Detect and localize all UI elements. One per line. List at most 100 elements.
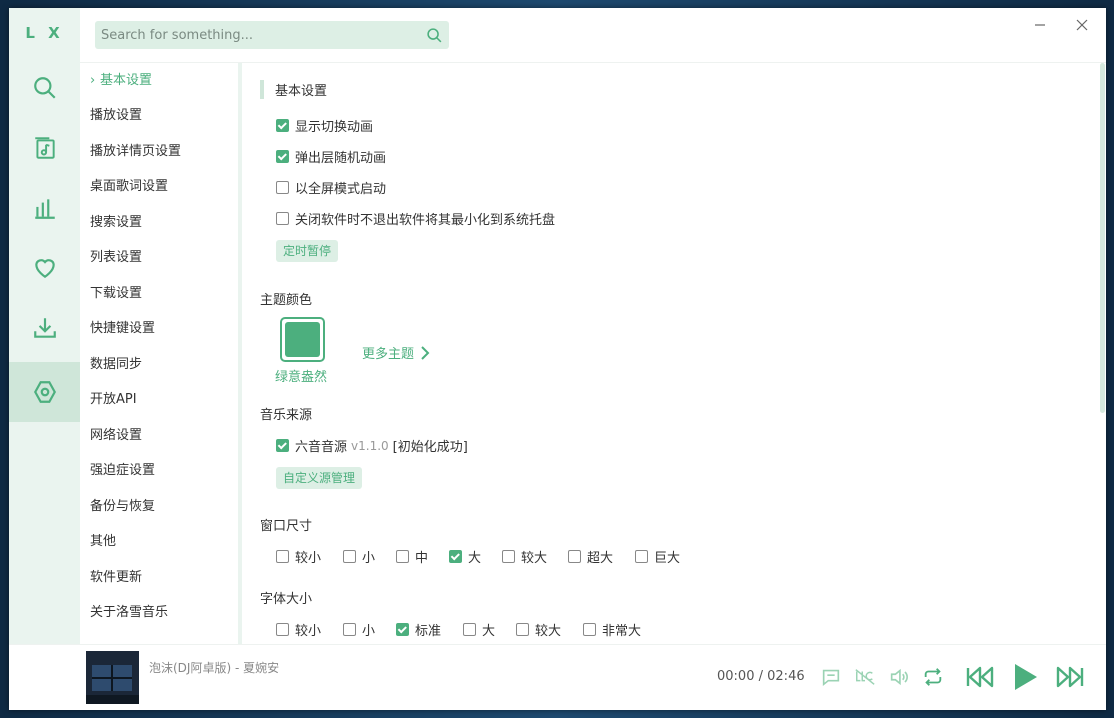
nav-item-desktop-lyric[interactable]: 桌面歌词设置 <box>80 172 238 202</box>
more-themes-link[interactable]: 更多主题 <box>362 343 430 362</box>
checkbox-box <box>276 212 289 225</box>
content-scrollbar[interactable] <box>1100 63 1105 413</box>
font-size-option[interactable]: 非常大 <box>583 620 641 639</box>
app-logo: L X <box>25 24 64 42</box>
theme-name: 绿意盎然 <box>275 370 328 385</box>
close-icon <box>1076 19 1088 31</box>
album-art-image <box>86 651 139 704</box>
previous-button[interactable] <box>965 662 995 692</box>
song-title[interactable]: 泡沫(DJ阿卓版) - 夏婉安 <box>149 659 279 676</box>
search-input[interactable] <box>95 27 419 43</box>
section-title-source: 音乐来源 <box>260 408 313 423</box>
checkbox-box <box>276 550 289 563</box>
icon-rail: L X <box>9 8 80 644</box>
play-icon <box>1015 664 1037 690</box>
nav-item-play-detail[interactable]: 播放详情页设置 <box>80 137 238 167</box>
settings-nav: › 基本设置 播放设置 播放详情页设置 桌面歌词设置 搜索设置 列表设置 下载设置… <box>80 63 238 644</box>
font-size-option[interactable]: 小 <box>343 620 375 639</box>
checkbox-show-animation[interactable]: 显示切换动画 <box>276 116 373 135</box>
checkbox-minimize-to-tray[interactable]: 关闭软件时不退出软件将其最小化到系统托盘 <box>276 209 555 228</box>
search-submit-button[interactable] <box>419 21 449 49</box>
chevron-right-icon <box>421 345 430 360</box>
checkbox-box <box>463 623 476 636</box>
comment-button[interactable] <box>819 665 843 689</box>
nav-item-other[interactable]: 其他 <box>80 527 238 557</box>
checkbox-random-popup-animation[interactable]: 弹出层随机动画 <box>276 147 386 166</box>
rail-favorites-button[interactable] <box>9 238 80 298</box>
checkbox-fullscreen-start[interactable]: 以全屏模式启动 <box>276 178 386 197</box>
window-size-option[interactable]: 超大 <box>568 547 613 566</box>
custom-source-manage-button[interactable]: 自定义源管理 <box>276 467 363 489</box>
window-size-option[interactable]: 较大 <box>502 547 547 566</box>
nav-item-network[interactable]: 网络设置 <box>80 421 238 451</box>
nav-item-backup[interactable]: 备份与恢复 <box>80 492 238 522</box>
search-bar <box>95 21 449 49</box>
checkbox-music-source[interactable]: 六音音源 v1.1.0 [初始化成功] <box>276 436 468 455</box>
window-size-option[interactable]: 中 <box>396 547 428 566</box>
skip-next-icon <box>1056 666 1084 688</box>
window-size-option[interactable]: 较小 <box>276 547 321 566</box>
nav-item-update[interactable]: 软件更新 <box>80 563 238 593</box>
loop-mode-button[interactable] <box>921 665 945 689</box>
player-bar: 泡沫(DJ阿卓版) - 夏婉安 00:00 / 02:46 <box>9 644 1106 710</box>
checkbox-box <box>343 623 356 636</box>
chart-icon <box>34 199 55 219</box>
rail-settings-button[interactable] <box>9 362 80 422</box>
timer-pause-button[interactable]: 定时暂停 <box>276 240 339 262</box>
nav-item-sync[interactable]: 数据同步 <box>80 350 238 380</box>
nav-item-download[interactable]: 下载设置 <box>80 279 238 309</box>
checkbox-box <box>396 623 409 636</box>
nav-item-play[interactable]: 播放设置 <box>80 101 238 131</box>
chevron-right-icon: › <box>90 73 96 88</box>
volume-icon <box>890 668 908 686</box>
checkbox-box <box>276 439 289 452</box>
checkbox-box <box>568 550 581 563</box>
nav-item-search[interactable]: 搜索设置 <box>80 208 238 238</box>
rail-search-button[interactable] <box>9 58 80 118</box>
nav-item-odc[interactable]: 强迫症设置 <box>80 456 238 486</box>
minimize-button[interactable] <box>1027 14 1053 36</box>
window-size-option[interactable]: 巨大 <box>635 547 680 566</box>
nav-item-about[interactable]: 关于洛雪音乐 <box>80 598 238 628</box>
checkbox-box <box>502 550 515 563</box>
settings-content: 基本设置 显示切换动画 弹出层随机动画 以全屏模式启动 关闭软件时不退出软件将其… <box>242 63 1099 644</box>
next-button[interactable] <box>1055 662 1085 692</box>
checkbox-box <box>276 150 289 163</box>
play-button[interactable] <box>1010 661 1040 693</box>
search-icon <box>426 27 441 42</box>
volume-button[interactable] <box>887 665 911 689</box>
checkbox-box <box>276 181 289 194</box>
rail-leaderboard-button[interactable] <box>9 178 80 238</box>
font-size-option[interactable]: 标准 <box>396 620 441 639</box>
theme-color-fill <box>285 322 320 357</box>
theme-swatch-green[interactable] <box>280 317 325 362</box>
font-size-option[interactable]: 大 <box>463 620 495 639</box>
settings-icon <box>33 381 56 403</box>
album-cover[interactable] <box>86 651 139 704</box>
window-size-option[interactable]: 小 <box>343 547 375 566</box>
repeat-icon <box>924 668 942 686</box>
rail-songlist-button[interactable] <box>9 118 80 178</box>
nav-item-list[interactable]: 列表设置 <box>80 243 238 273</box>
nav-item-open-api[interactable]: 开放API <box>80 385 238 415</box>
section-title-window-size: 窗口尺寸 <box>260 519 313 534</box>
rail-download-button[interactable] <box>9 298 80 358</box>
music-list-icon <box>34 137 55 159</box>
checkbox-box <box>449 550 462 563</box>
duration: 02:46 <box>767 669 805 684</box>
heart-icon <box>34 259 55 278</box>
font-size-option[interactable]: 较小 <box>276 620 321 639</box>
nav-item-hotkey[interactable]: 快捷键设置 <box>80 314 238 344</box>
skip-previous-icon <box>966 666 994 688</box>
section-title-basic: 基本设置 <box>260 80 327 99</box>
checkbox-box <box>635 550 648 563</box>
nav-item-basic[interactable]: › 基本设置 <box>80 66 238 96</box>
desktop-lyric-button[interactable] <box>853 665 877 689</box>
time-separator: / <box>758 669 763 684</box>
section-title-theme: 主题颜色 <box>260 293 313 308</box>
close-button[interactable] <box>1069 14 1095 36</box>
font-size-option[interactable]: 较大 <box>516 620 561 639</box>
checkbox-box <box>343 550 356 563</box>
window-size-option[interactable]: 大 <box>449 547 481 566</box>
checkbox-box <box>396 550 409 563</box>
